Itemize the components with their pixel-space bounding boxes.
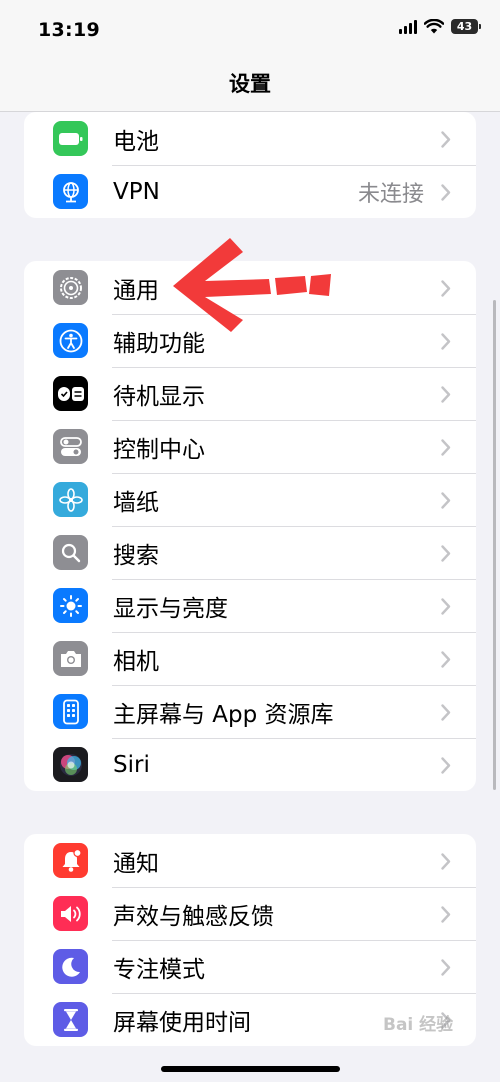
- chevron-right-icon: [441, 183, 451, 201]
- speaker-icon: [53, 896, 88, 931]
- row-label: 屏幕使用时间: [113, 1009, 251, 1036]
- row-label: 通知: [113, 850, 159, 877]
- settings-group-general: 通用 辅助功能 待机显示 控制中心 墙纸 搜索 显示与亮度 相机 主屏幕与 Ap…: [24, 261, 476, 791]
- chevron-right-icon: [441, 491, 451, 509]
- siri-icon: [53, 747, 88, 782]
- annotation-arrow-icon: [173, 238, 331, 332]
- row-label: 主屏幕与 App 资源库: [113, 701, 334, 728]
- status-icons: 43: [399, 19, 481, 34]
- accessibility-icon: [53, 323, 88, 358]
- settings-row-wallpaper[interactable]: 墙纸: [24, 473, 476, 526]
- row-label: 待机显示: [113, 383, 205, 410]
- battery-status-icon: 43: [451, 19, 481, 34]
- settings-row-home-screen[interactable]: 主屏幕与 App 资源库: [24, 685, 476, 738]
- home-indicator[interactable]: [161, 1066, 340, 1072]
- settings-group-power-vpn: 电池 VPN 未连接: [24, 112, 476, 218]
- search-icon: [53, 535, 88, 570]
- row-label: 通用: [113, 277, 159, 304]
- chevron-right-icon: [441, 756, 451, 774]
- row-label: 控制中心: [113, 436, 205, 463]
- sun-icon: [53, 588, 88, 623]
- chevron-right-icon: [441, 650, 451, 668]
- watermark-logo: Bai 经验: [383, 1015, 454, 1035]
- settings-row-battery[interactable]: 电池: [24, 112, 476, 165]
- battery-level: 43: [456, 20, 473, 33]
- row-label: 专注模式: [113, 956, 205, 983]
- cellular-signal-icon: [399, 19, 417, 34]
- status-time: 13:19: [38, 19, 100, 41]
- chevron-right-icon: [441, 130, 451, 148]
- row-label: VPN: [113, 178, 160, 205]
- vpn-status-value: 未连接: [357, 181, 424, 207]
- chevron-right-icon: [441, 703, 451, 721]
- standby-icon: [53, 376, 88, 411]
- navigation-header: 13:19 43 设置: [0, 0, 500, 112]
- toggles-icon: [53, 429, 88, 464]
- chevron-right-icon: [441, 544, 451, 562]
- camera-icon: [53, 641, 88, 676]
- scrollbar[interactable]: [493, 300, 496, 790]
- flower-icon: [53, 482, 88, 517]
- row-label: 搜索: [113, 542, 159, 569]
- globe-network-icon: [53, 174, 88, 209]
- settings-row-camera[interactable]: 相机: [24, 632, 476, 685]
- chevron-right-icon: [441, 438, 451, 456]
- settings-row-sounds-haptics[interactable]: 声效与触感反馈: [24, 887, 476, 940]
- row-label: 电池: [113, 128, 159, 155]
- chevron-right-icon: [441, 597, 451, 615]
- page-title: 设置: [229, 72, 271, 96]
- settings-row-standby[interactable]: 待机显示: [24, 367, 476, 420]
- chevron-right-icon: [441, 958, 451, 976]
- settings-row-control-center[interactable]: 控制中心: [24, 420, 476, 473]
- chevron-right-icon: [441, 385, 451, 403]
- chevron-right-icon: [441, 905, 451, 923]
- home-screen-icon: [53, 694, 88, 729]
- chevron-right-icon: [441, 852, 451, 870]
- moon-icon: [53, 949, 88, 984]
- settings-row-search[interactable]: 搜索: [24, 526, 476, 579]
- row-label: 显示与亮度: [113, 595, 228, 622]
- settings-row-focus[interactable]: 专注模式: [24, 940, 476, 993]
- row-label: 相机: [113, 648, 159, 675]
- hourglass-icon: [53, 1002, 88, 1037]
- battery-icon: [53, 121, 88, 156]
- settings-row-siri[interactable]: Siri: [24, 738, 476, 791]
- wifi-icon: [424, 19, 444, 34]
- settings-row-notifications[interactable]: 通知: [24, 834, 476, 887]
- row-label: 声效与触感反馈: [113, 903, 274, 930]
- row-label: 墙纸: [113, 489, 159, 516]
- row-label: Siri: [113, 751, 150, 778]
- chevron-right-icon: [441, 332, 451, 350]
- bell-icon: [53, 843, 88, 878]
- settings-row-display-brightness[interactable]: 显示与亮度: [24, 579, 476, 632]
- settings-row-vpn[interactable]: VPN 未连接: [24, 165, 476, 218]
- gear-icon: [53, 270, 88, 305]
- chevron-right-icon: [441, 279, 451, 297]
